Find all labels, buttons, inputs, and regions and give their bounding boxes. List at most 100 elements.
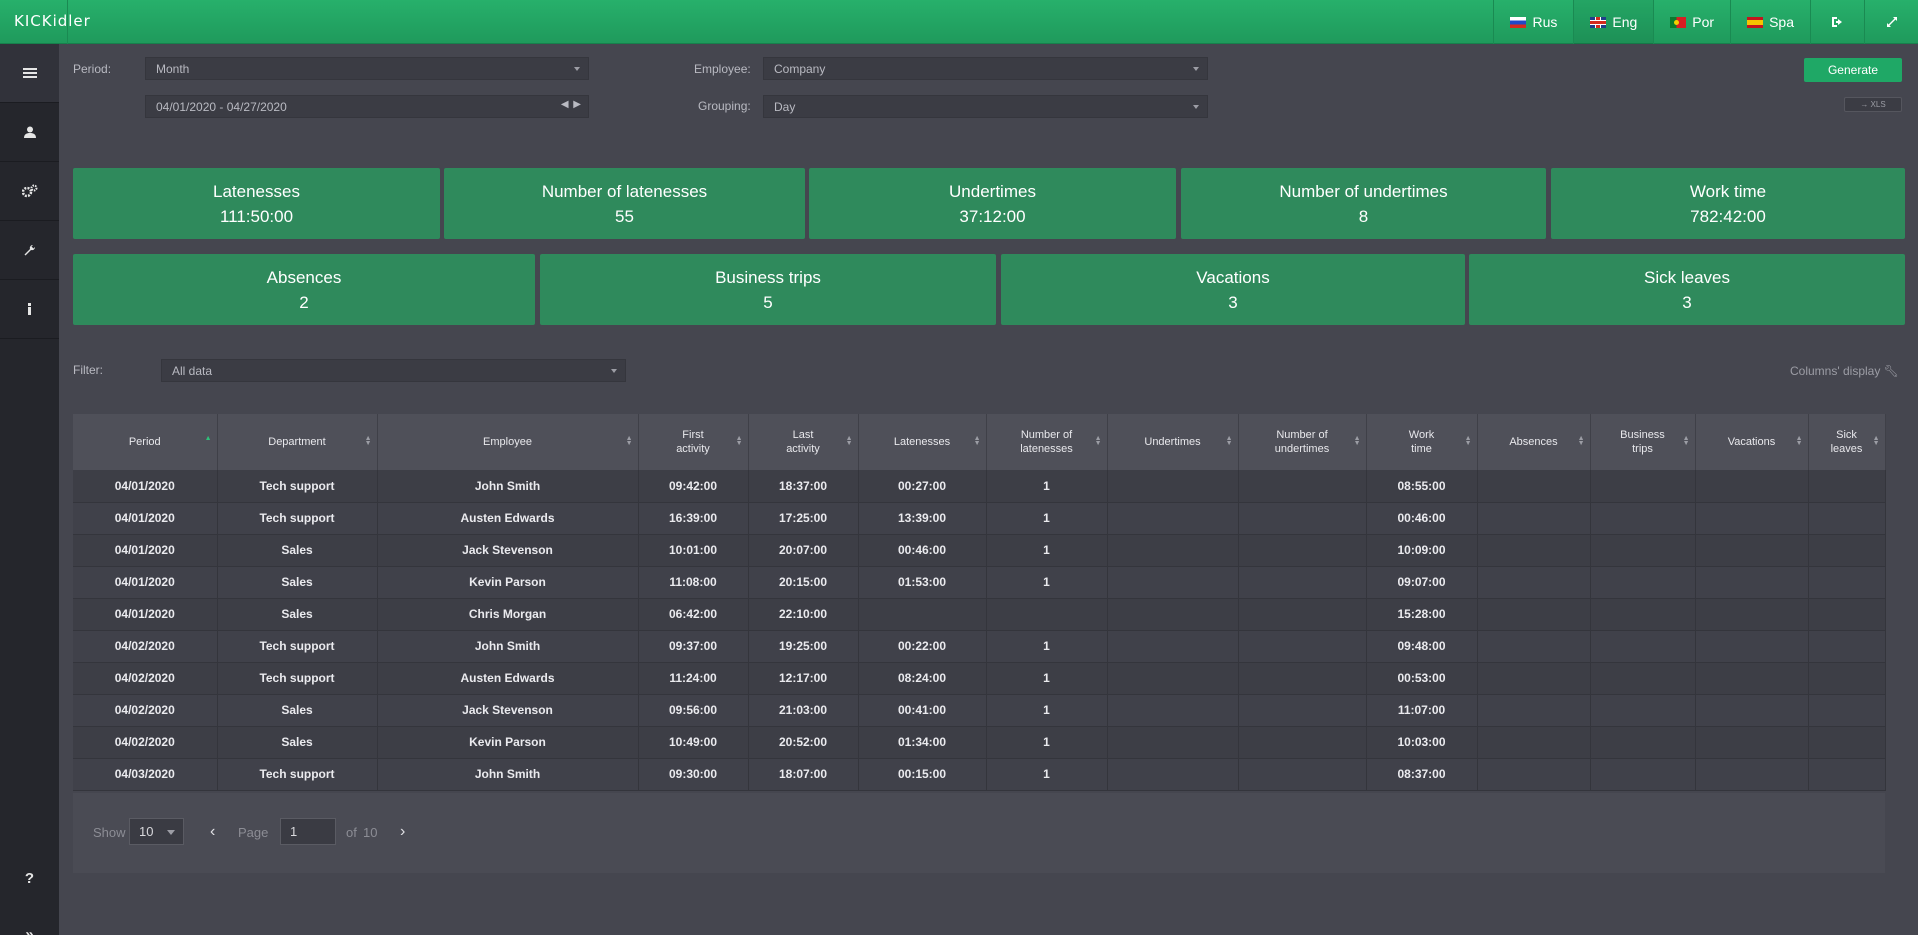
- column-header[interactable]: Absences ▲ ▼: [1477, 414, 1591, 470]
- column-header[interactable]: Last activity ▲ ▼: [748, 414, 859, 470]
- lang-rus[interactable]: Rus: [1493, 0, 1573, 44]
- info-icon[interactable]: [0, 280, 59, 339]
- table-cell: 04/01/2020: [73, 566, 218, 599]
- column-header[interactable]: Employee ▲ ▼: [377, 414, 639, 470]
- column-header-label: activity: [786, 443, 820, 455]
- table-cell: 20:07:00: [748, 534, 859, 567]
- sort-icon[interactable]: ▲ ▼: [1354, 435, 1361, 447]
- table-cell: 10:49:00: [638, 726, 749, 759]
- period-label: Period:: [73, 62, 112, 76]
- column-header-label: time: [1411, 443, 1432, 455]
- spain-flag-icon: [1747, 16, 1764, 28]
- logout-icon[interactable]: [1810, 0, 1864, 44]
- table-cell: [1695, 630, 1809, 663]
- page-size-select[interactable]: 10: [129, 818, 184, 845]
- sort-icon[interactable]: ▲ ▼: [626, 435, 633, 447]
- column-header[interactable]: Department ▲ ▼: [217, 414, 378, 470]
- column-header[interactable]: Business trips ▲ ▼: [1590, 414, 1696, 470]
- page-number-input[interactable]: 1: [280, 818, 336, 845]
- table-cell: 20:15:00: [748, 566, 859, 599]
- card-value: 3: [1682, 293, 1692, 312]
- sort-ascending-icon[interactable]: ▲: [205, 435, 212, 442]
- app-logo[interactable]: KICKidler: [0, 0, 90, 44]
- sort-icon[interactable]: ▲ ▼: [1873, 435, 1880, 447]
- table-cell: Kevin Parson: [377, 726, 639, 759]
- column-header[interactable]: Sick leaves ▲ ▼: [1808, 414, 1886, 470]
- lang-por[interactable]: Por: [1653, 0, 1730, 44]
- wrench-icon: 🔧︎: [1883, 364, 1899, 378]
- sort-icon[interactable]: ▲ ▼: [1226, 435, 1233, 447]
- lang-spa[interactable]: Spa: [1730, 0, 1810, 44]
- fullscreen-icon[interactable]: [1864, 0, 1918, 44]
- table-cell: [1590, 726, 1696, 759]
- table-cell: 00:27:00: [858, 470, 987, 503]
- page-label: Page: [238, 825, 269, 840]
- sort-icon[interactable]: ▲ ▼: [1578, 435, 1585, 447]
- table-cell: 00:22:00: [858, 630, 987, 663]
- table-cell: Tech support: [217, 758, 378, 791]
- sort-icon[interactable]: ▲ ▼: [974, 435, 981, 447]
- table-cell: 11:08:00: [638, 566, 749, 599]
- table-cell: 18:07:00: [748, 758, 859, 791]
- table-cell: [1808, 758, 1886, 791]
- generate-button[interactable]: Generate: [1804, 58, 1902, 82]
- column-header[interactable]: Latenesses ▲ ▼: [858, 414, 987, 470]
- settings-icon[interactable]: [0, 162, 59, 221]
- column-header[interactable]: Undertimes ▲ ▼: [1107, 414, 1239, 470]
- table-cell: Tech support: [217, 502, 378, 535]
- sort-icon[interactable]: ▲ ▼: [365, 435, 372, 447]
- date-range-input[interactable]: 04/01/2020 - 04/27/2020 ◀ ▶: [145, 95, 589, 118]
- table-cell: 00:41:00: [858, 694, 987, 727]
- card-title: Undertimes: [949, 182, 1036, 201]
- table-cell: 10:09:00: [1366, 534, 1478, 567]
- card-title: Vacations: [1196, 268, 1270, 287]
- table-cell: 08:55:00: [1366, 470, 1478, 503]
- column-header[interactable]: Work time ▲ ▼: [1366, 414, 1478, 470]
- column-header[interactable]: Number of latenesses ▲ ▼: [986, 414, 1108, 470]
- sort-icon[interactable]: ▲ ▼: [1465, 435, 1472, 447]
- filter-value: All data: [172, 364, 213, 378]
- sort-icon[interactable]: ▲ ▼: [736, 435, 743, 447]
- menu-icon[interactable]: [0, 44, 59, 103]
- table-cell: 1: [986, 470, 1108, 503]
- next-page-button[interactable]: ›: [400, 823, 405, 841]
- table-cell: [1107, 630, 1239, 663]
- user-icon[interactable]: [0, 103, 59, 162]
- sort-icon[interactable]: ▲ ▼: [846, 435, 853, 447]
- expand-icon[interactable]: »: [0, 914, 59, 935]
- period-select[interactable]: Month: [145, 57, 589, 80]
- table-cell: [1695, 566, 1809, 599]
- export-xls-button[interactable]: → XLS: [1844, 97, 1902, 112]
- employee-select[interactable]: Company: [763, 57, 1208, 80]
- column-header[interactable]: First activity ▲ ▼: [638, 414, 749, 470]
- table-cell: [1808, 694, 1886, 727]
- prev-page-button[interactable]: ‹: [210, 823, 215, 841]
- table-cell: 09:30:00: [638, 758, 749, 791]
- wrench-icon[interactable]: [0, 221, 59, 280]
- table-cell: 00:53:00: [1366, 662, 1478, 695]
- table-cell: 04/01/2020: [73, 470, 218, 503]
- columns-display-button[interactable]: Columns' display 🔧︎: [1790, 364, 1899, 378]
- column-header[interactable]: Number of undertimes ▲ ▼: [1238, 414, 1367, 470]
- column-header-label: Department: [268, 435, 326, 448]
- sort-icon[interactable]: ▲ ▼: [1095, 435, 1102, 447]
- column-header[interactable]: Vacations ▲ ▼: [1695, 414, 1809, 470]
- date-range-value: 04/01/2020 - 04/27/2020: [156, 100, 287, 114]
- filter-select[interactable]: All data: [161, 359, 626, 382]
- column-header-label: Work: [1408, 428, 1435, 441]
- column-header-label: Sick: [1836, 428, 1857, 441]
- grouping-select[interactable]: Day: [763, 95, 1208, 118]
- table-cell: 00:46:00: [858, 534, 987, 567]
- sort-icon[interactable]: ▲ ▼: [1683, 435, 1690, 447]
- help-icon[interactable]: ?: [0, 858, 59, 898]
- prev-next-arrows-icon[interactable]: ◀ ▶: [561, 99, 582, 110]
- table-cell: [1695, 534, 1809, 567]
- sort-icon[interactable]: ▲ ▼: [1796, 435, 1803, 447]
- column-header[interactable]: Period ▲: [73, 414, 218, 470]
- table-cell: [1107, 694, 1239, 727]
- table-cell: 01:34:00: [858, 726, 987, 759]
- table-cell: [1808, 470, 1886, 503]
- table-cell: 20:52:00: [748, 726, 859, 759]
- chevron-down-icon: [574, 67, 580, 71]
- lang-eng[interactable]: Eng: [1573, 0, 1654, 44]
